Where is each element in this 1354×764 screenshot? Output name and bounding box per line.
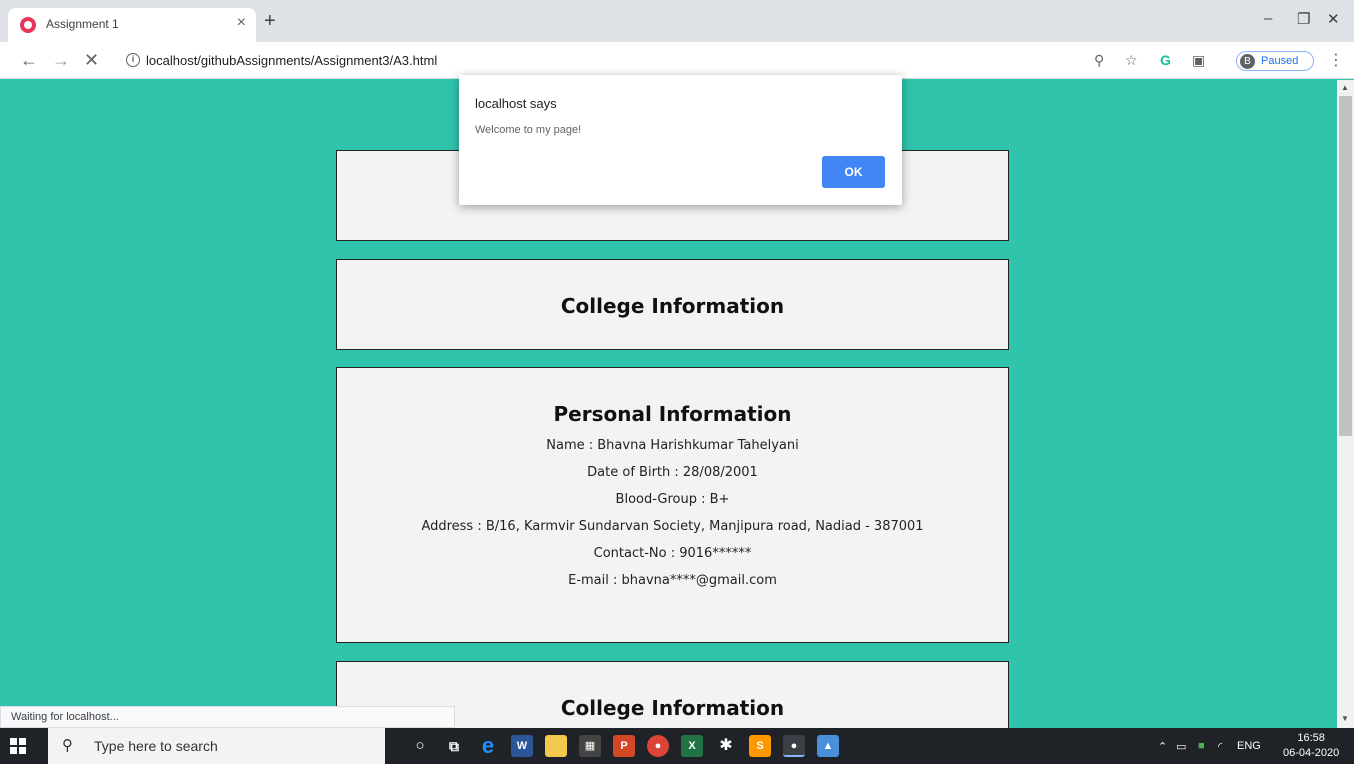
contact-line: Contact-No : 9016****** — [593, 546, 752, 561]
powerpoint-icon[interactable]: P — [613, 735, 635, 757]
zoom-icon[interactable]: ⚲ — [1094, 52, 1104, 69]
browser-tab[interactable]: Assignment 1 × — [8, 8, 256, 42]
scroll-thumb[interactable] — [1339, 96, 1352, 436]
tab-title: Assignment 1 — [46, 17, 119, 31]
profile-button[interactable]: B Paused — [1236, 51, 1314, 71]
tab-strip: Assignment 1 × + – ❐ ✕ — [0, 0, 1354, 42]
photos-icon[interactable]: ▲ — [817, 735, 839, 757]
excel-icon[interactable]: X — [681, 735, 703, 757]
address-bar[interactable]: i localhost/githubAssignments/Assignment… — [110, 47, 1140, 75]
taskbar: ⚲ Type here to search ○ ⧉ e W ▦ P ● X ✱ … — [0, 728, 1354, 764]
scroll-up-icon[interactable]: ▲ — [1341, 83, 1349, 92]
stop-loading-icon[interactable]: ✕ — [84, 50, 99, 70]
name-line: Name : Bhavna Harishkumar Tahelyani — [546, 438, 799, 453]
scroll-down-icon[interactable]: ▼ — [1341, 714, 1349, 723]
menu-icon[interactable]: ⋮ — [1328, 50, 1344, 70]
cortana-icon[interactable]: ○ — [409, 735, 431, 757]
taskbar-search[interactable]: ⚲ Type here to search — [48, 728, 385, 764]
status-bubble: Waiting for localhost... — [0, 706, 455, 728]
clock[interactable]: 16:58 06-04-2020 — [1283, 731, 1339, 761]
grammarly-icon[interactable]: G — [1160, 52, 1171, 68]
address-line: Address : B/16, Karmvir Sundarvan Societ… — [421, 519, 924, 534]
store-icon[interactable]: ▦ — [579, 735, 601, 757]
edge-icon[interactable]: e — [477, 735, 499, 757]
ok-button[interactable]: OK — [822, 156, 885, 188]
chrome-icon[interactable]: ● — [647, 735, 669, 757]
profile-status: Paused — [1261, 55, 1299, 67]
windows-start-icon[interactable] — [10, 738, 26, 754]
battery-icon[interactable]: ▭ — [1176, 740, 1186, 753]
avatar: B — [1240, 54, 1255, 69]
card-heading: College Information — [560, 294, 785, 318]
college-info-card: College Information — [336, 259, 1009, 350]
email-line: E-mail : bhavna****@gmail.com — [568, 573, 777, 588]
bookmark-star-icon[interactable]: ☆ — [1125, 52, 1138, 69]
word-icon[interactable]: W — [511, 735, 533, 757]
back-icon[interactable]: ← — [20, 50, 38, 70]
personal-info-detail-card: Personal Information Name : Bhavna Haris… — [336, 367, 1009, 643]
extension-icon[interactable]: ▣ — [1192, 52, 1205, 69]
tray-chevron-icon[interactable]: ⌃ — [1158, 740, 1167, 753]
restore-icon[interactable]: ❐ — [1297, 10, 1310, 28]
clock-date: 06-04-2020 — [1283, 747, 1340, 759]
search-icon: ⚲ — [62, 737, 73, 754]
blood-group-line: Blood-Group : B+ — [615, 492, 730, 507]
dialog-message: Welcome to my page! — [475, 124, 582, 136]
minimize-icon[interactable]: – — [1264, 10, 1272, 27]
site-info-icon[interactable]: i — [126, 53, 140, 67]
vertical-scrollbar[interactable]: ▲ ▼ — [1337, 80, 1354, 728]
browser-toolbar: ← → ✕ i localhost/githubAssignments/Assi… — [0, 42, 1354, 79]
file-explorer-icon[interactable] — [545, 735, 567, 757]
search-placeholder: Type here to search — [94, 738, 218, 754]
alert-dialog: localhost says Welcome to my page! OK — [459, 75, 902, 205]
chrome-active-icon[interactable]: ● — [783, 735, 805, 757]
dialog-title: localhost says — [475, 96, 557, 111]
card-heading: Personal Information — [553, 402, 792, 426]
window-close-icon[interactable]: ✕ — [1327, 10, 1340, 28]
settings-icon[interactable]: ✱ — [715, 735, 737, 757]
url-text[interactable]: localhost/githubAssignments/Assignment3/… — [146, 53, 437, 68]
sublime-text-icon[interactable]: S — [749, 735, 771, 757]
new-tab-button[interactable]: + — [264, 11, 276, 31]
dob-line: Date of Birth : 28/08/2001 — [587, 465, 758, 480]
forward-icon[interactable]: → — [52, 50, 70, 70]
tab-close-icon[interactable]: × — [237, 14, 246, 32]
clock-time: 16:58 — [1297, 732, 1325, 744]
tray-app-icon[interactable]: ■ — [1198, 740, 1205, 752]
favicon-icon — [20, 17, 36, 33]
wifi-icon[interactable]: ◜ — [1218, 740, 1222, 753]
language-indicator[interactable]: ENG — [1237, 740, 1261, 752]
task-view-icon[interactable]: ⧉ — [443, 735, 465, 757]
